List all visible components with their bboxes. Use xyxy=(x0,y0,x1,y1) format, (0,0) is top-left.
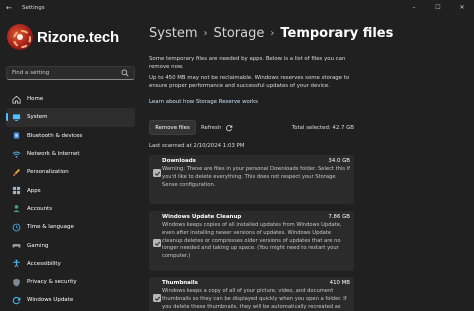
refresh-button[interactable]: Refresh xyxy=(201,120,233,135)
sidebar-item-time-language[interactable]: Time & language xyxy=(6,218,135,236)
search-placeholder: Find a setting xyxy=(12,70,50,76)
chevron-right-icon: › xyxy=(270,28,275,39)
search-icon xyxy=(121,69,129,77)
update-icon xyxy=(12,296,21,305)
gamepad-icon xyxy=(12,241,21,250)
window-controls: – ☐ ✕ xyxy=(402,0,474,15)
file-category-title: Windows Update Cleanup xyxy=(162,214,242,220)
sidebar-item-system[interactable]: System xyxy=(6,108,135,127)
sidebar-item-label: Gaming xyxy=(27,242,49,249)
sidebar-item-accounts[interactable]: Accounts xyxy=(6,200,135,218)
wifi-icon xyxy=(12,150,21,159)
sidebar: Rizone.tech Find a setting Home System B… xyxy=(0,15,142,311)
sidebar-item-accessibility[interactable]: Accessibility xyxy=(6,255,135,273)
accessibility-icon xyxy=(12,259,21,268)
maximize-icon[interactable]: ☐ xyxy=(426,0,450,15)
breadcrumb-storage[interactable]: Storage xyxy=(213,26,264,41)
sidebar-item-bluetooth[interactable]: Bluetooth & devices xyxy=(6,127,135,145)
file-category-size: 34.0 GB xyxy=(328,158,350,164)
storage-reserve-text: Up to 450 MB may not be reclaimable. Win… xyxy=(149,75,350,89)
brand: Rizone.tech xyxy=(7,24,119,50)
minimize-icon[interactable]: – xyxy=(402,0,426,15)
sidebar-item-label: System xyxy=(27,114,48,121)
checkbox-downloads[interactable] xyxy=(153,169,161,177)
chevron-right-icon: › xyxy=(203,28,208,39)
globe-clock-icon xyxy=(12,223,21,232)
close-icon[interactable]: ✕ xyxy=(450,0,474,15)
nav-list: Home System Bluetooth & devices Network … xyxy=(6,90,135,310)
file-category-windows-update-cleanup[interactable]: Windows Update Cleanup 7.86 GB Windows k… xyxy=(149,211,354,271)
logo-icon xyxy=(7,24,33,50)
breadcrumb-system[interactable]: System xyxy=(149,26,197,41)
checkbox-thumbnails[interactable] xyxy=(153,294,161,302)
description-text: Some temporary files are needed by apps.… xyxy=(149,56,346,70)
file-category-size: 7.86 GB xyxy=(328,214,350,220)
sidebar-item-apps[interactable]: Apps xyxy=(6,181,135,199)
sidebar-item-label: Accounts xyxy=(27,205,53,212)
sidebar-item-label: Accessibility xyxy=(27,260,61,267)
file-category-description: Warning: These are files in your persona… xyxy=(162,166,350,188)
person-icon xyxy=(12,204,21,213)
search-input[interactable]: Find a setting xyxy=(6,66,135,80)
sidebar-item-gaming[interactable]: Gaming xyxy=(6,236,135,254)
remove-files-button[interactable]: Remove files xyxy=(149,120,196,135)
brush-icon xyxy=(12,168,21,177)
checkmark-icon xyxy=(154,241,160,246)
file-category-title: Downloads xyxy=(162,158,196,164)
brand-name: Rizone.tech xyxy=(37,28,119,46)
sidebar-item-label: Windows Update xyxy=(27,297,74,304)
sidebar-item-label: Time & language xyxy=(27,224,74,231)
checkmark-icon xyxy=(154,171,160,176)
refresh-label: Refresh xyxy=(201,124,222,131)
sidebar-item-label: Privacy & security xyxy=(27,279,77,286)
apps-icon xyxy=(12,186,21,195)
back-arrow-icon[interactable]: ← xyxy=(6,4,20,12)
sidebar-item-home[interactable]: Home xyxy=(6,90,135,108)
file-category-downloads[interactable]: Downloads 34.0 GB Warning: These are fil… xyxy=(149,155,354,204)
monitor-icon xyxy=(12,113,21,122)
breadcrumb: System › Storage › Temporary files xyxy=(149,26,393,41)
sidebar-item-label: Bluetooth & devices xyxy=(27,132,83,139)
page-title: Temporary files xyxy=(280,26,394,41)
file-category-description: Windows keeps a copy of all of your pict… xyxy=(162,288,347,310)
sidebar-item-privacy-security[interactable]: Privacy & security xyxy=(6,273,135,291)
sidebar-item-label: Apps xyxy=(27,187,41,194)
checkmark-icon xyxy=(154,296,160,301)
home-icon xyxy=(12,95,21,104)
bluetooth-icon xyxy=(12,131,21,140)
learn-storage-reserve-link[interactable]: Learn about how Storage Reserve works xyxy=(149,99,258,105)
title-bar: ← Settings – ☐ ✕ xyxy=(0,0,474,15)
shield-icon xyxy=(12,278,21,287)
last-scanned-text: Last scanned at 2/10/2024 1:03 PM xyxy=(149,143,245,149)
file-category-title: Thumbnails xyxy=(162,280,198,286)
sidebar-item-personalization[interactable]: Personalization xyxy=(6,163,135,181)
main-content: System › Storage › Temporary files Some … xyxy=(149,15,474,311)
total-selected: Total selected: 42.7 GB xyxy=(291,125,354,131)
sidebar-item-network[interactable]: Network & internet xyxy=(6,145,135,163)
sidebar-item-label: Network & internet xyxy=(27,151,80,158)
file-category-description: Windows keeps copies of all installed up… xyxy=(162,222,342,260)
sidebar-item-label: Personalization xyxy=(27,169,69,176)
sidebar-item-windows-update[interactable]: Windows Update xyxy=(6,291,135,309)
file-category-thumbnails[interactable]: Thumbnails 410 MB Windows keeps a copy o… xyxy=(149,277,354,311)
file-category-size: 410 MB xyxy=(329,280,350,286)
checkbox-windows-update-cleanup[interactable] xyxy=(153,239,161,247)
window-title: Settings xyxy=(22,4,45,11)
refresh-icon xyxy=(226,124,233,131)
sidebar-item-label: Home xyxy=(27,96,44,103)
